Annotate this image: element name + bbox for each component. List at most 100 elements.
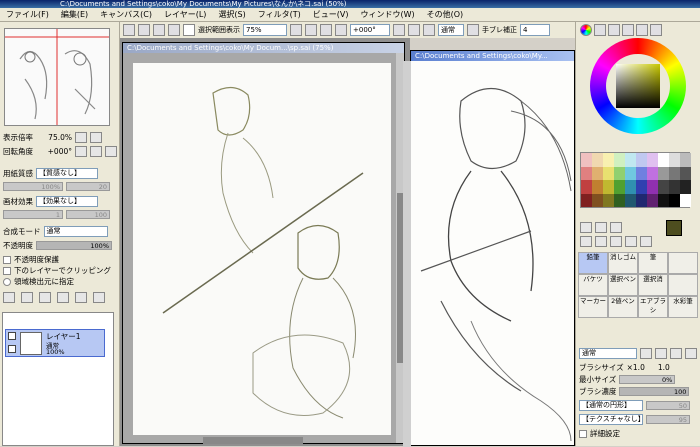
hide-select-button[interactable] <box>183 24 195 36</box>
zoom-minus-icon[interactable] <box>75 132 87 143</box>
color-wheel[interactable] <box>590 38 686 134</box>
zoom-reset-button[interactable] <box>320 24 332 36</box>
hsv-slider-icon[interactable] <box>608 24 620 36</box>
menu-file[interactable]: ファイル(F) <box>0 9 55 20</box>
redo-button[interactable] <box>138 24 150 36</box>
tool-empty-2[interactable] <box>668 274 698 296</box>
invert-select-button[interactable] <box>168 24 180 36</box>
menu-layer[interactable]: レイヤー(L) <box>158 9 212 20</box>
brush-shape-1-icon[interactable] <box>640 348 652 359</box>
zoom-in-button[interactable] <box>305 24 317 36</box>
rotate-right-button[interactable] <box>393 24 405 36</box>
menu-view[interactable]: ビュー(V) <box>307 9 355 20</box>
menu-other[interactable]: その他(O) <box>421 9 470 20</box>
hand-icon[interactable] <box>625 236 637 247</box>
brush-shape-2-icon[interactable] <box>655 348 667 359</box>
rotation-field[interactable]: +000° <box>350 24 390 36</box>
flip-button[interactable] <box>423 24 435 36</box>
new-folder-icon[interactable] <box>21 292 33 303</box>
selection-display-label[interactable]: 選択範囲表示 <box>198 25 240 35</box>
blend-mode-select[interactable]: 通常 <box>43 226 108 237</box>
deselect-button[interactable] <box>153 24 165 36</box>
current-color[interactable] <box>666 220 682 236</box>
lasso-icon[interactable] <box>595 222 607 233</box>
rotate-icon[interactable] <box>610 236 622 247</box>
pen-icon[interactable] <box>8 345 16 353</box>
magic-wand-icon[interactable] <box>610 222 622 233</box>
brush-size-mult[interactable]: ×1.0 <box>627 363 645 372</box>
color-square[interactable] <box>616 64 660 108</box>
rotate-cw-icon[interactable] <box>90 146 102 157</box>
scratch-icon[interactable] <box>650 24 662 36</box>
vertical-scrollbar-2[interactable] <box>403 61 411 447</box>
color-wheel-toggle-icon[interactable] <box>580 24 592 36</box>
effect-select[interactable]: 【効果なし】 <box>36 196 98 207</box>
rotate-left-button[interactable] <box>335 24 347 36</box>
rect-select-icon[interactable] <box>580 222 592 233</box>
brush-size-value[interactable]: 1.0 <box>658 363 670 372</box>
swatch-icon[interactable] <box>636 24 648 36</box>
mixer-icon[interactable] <box>622 24 634 36</box>
tool-pencil[interactable]: 鉛筆 <box>578 252 608 274</box>
tool-empty-1[interactable] <box>668 252 698 274</box>
tool-select-pen[interactable]: 選択ペン <box>608 274 638 296</box>
selection-source-radio[interactable] <box>3 277 11 286</box>
angle-value[interactable]: +000° <box>36 147 72 156</box>
brush-shape-4-icon[interactable] <box>685 348 697 359</box>
menu-window[interactable]: ウィンドウ(W) <box>354 9 420 20</box>
paper-amount-slider[interactable]: 20 <box>66 182 110 191</box>
menu-canvas[interactable]: キャンバス(C) <box>94 9 158 20</box>
opacity-slider[interactable]: 100% <box>36 241 112 250</box>
stabilizer-select[interactable]: 4 <box>520 24 550 36</box>
new-layer-icon[interactable] <box>3 292 15 303</box>
rotate-ccw-icon[interactable] <box>75 146 87 157</box>
tool-brush[interactable]: 筆 <box>638 252 668 274</box>
zoom-select[interactable]: 75% <box>243 24 287 36</box>
menu-select[interactable]: 選択(S) <box>212 9 251 20</box>
undo-button[interactable] <box>123 24 135 36</box>
tool-airbrush[interactable]: エアブラシ <box>638 296 668 318</box>
rgb-slider-icon[interactable] <box>594 24 606 36</box>
clipping-checkbox[interactable] <box>3 266 11 275</box>
move-icon[interactable] <box>580 236 592 247</box>
merge-layer-icon[interactable] <box>75 292 87 303</box>
eyedropper-icon[interactable] <box>640 236 652 247</box>
tool-eraser[interactable]: 消しゴム <box>608 252 638 274</box>
delete-layer-icon[interactable] <box>93 292 105 303</box>
brush-shape-slider[interactable]: 50 <box>646 401 690 410</box>
tool-select-eraser[interactable]: 選択消 <box>638 274 668 296</box>
horizontal-scrollbar-1[interactable] <box>203 437 303 444</box>
layer-row[interactable]: レイヤー1 通常 100% <box>5 329 105 357</box>
zoom-value[interactable]: 75.0% <box>36 133 72 142</box>
brush-blend-select[interactable]: 通常 <box>579 348 637 359</box>
navigator-preview[interactable] <box>4 28 110 126</box>
effect-width-slider[interactable]: 1 <box>3 210 63 219</box>
eye-icon[interactable] <box>8 332 16 340</box>
tool-binary-pen[interactable]: 2値ペン <box>608 296 638 318</box>
texture-slider[interactable]: 95 <box>646 415 690 424</box>
tool-marker[interactable]: マーカー <box>578 296 608 318</box>
detail-checkbox[interactable] <box>579 429 587 438</box>
menu-filter[interactable]: フィルタ(T) <box>252 9 307 20</box>
color-swatches[interactable] <box>580 152 691 208</box>
density-slider[interactable]: 100 <box>619 387 690 396</box>
rotate-reset-button[interactable] <box>408 24 420 36</box>
blend-select[interactable]: 通常 <box>438 24 464 36</box>
preserve-opacity-checkbox[interactable] <box>3 255 11 264</box>
min-size-slider[interactable]: 0% <box>619 375 676 384</box>
brush-shape-3-icon[interactable] <box>670 348 682 359</box>
paper-texture-select[interactable]: 【質感なし】 <box>36 168 98 179</box>
new-linework-icon[interactable] <box>57 292 69 303</box>
zoom-icon[interactable] <box>595 236 607 247</box>
effect-strength-slider[interactable]: 100 <box>66 210 110 219</box>
new-mask-icon[interactable] <box>39 292 51 303</box>
drawing-canvas-1[interactable] <box>133 63 391 435</box>
tool-bucket[interactable]: バケツ <box>578 274 608 296</box>
brush-shape-select[interactable]: 【通常の円形】 <box>579 400 643 411</box>
menu-edit[interactable]: 編集(E) <box>55 9 94 20</box>
rotate-reset-icon[interactable] <box>105 146 117 157</box>
zoom-out-button[interactable] <box>290 24 302 36</box>
texture-select[interactable]: 【テクスチャなし】 <box>579 414 645 425</box>
tool-watercolor[interactable]: 水彩筆 <box>668 296 698 318</box>
zoom-plus-icon[interactable] <box>90 132 102 143</box>
